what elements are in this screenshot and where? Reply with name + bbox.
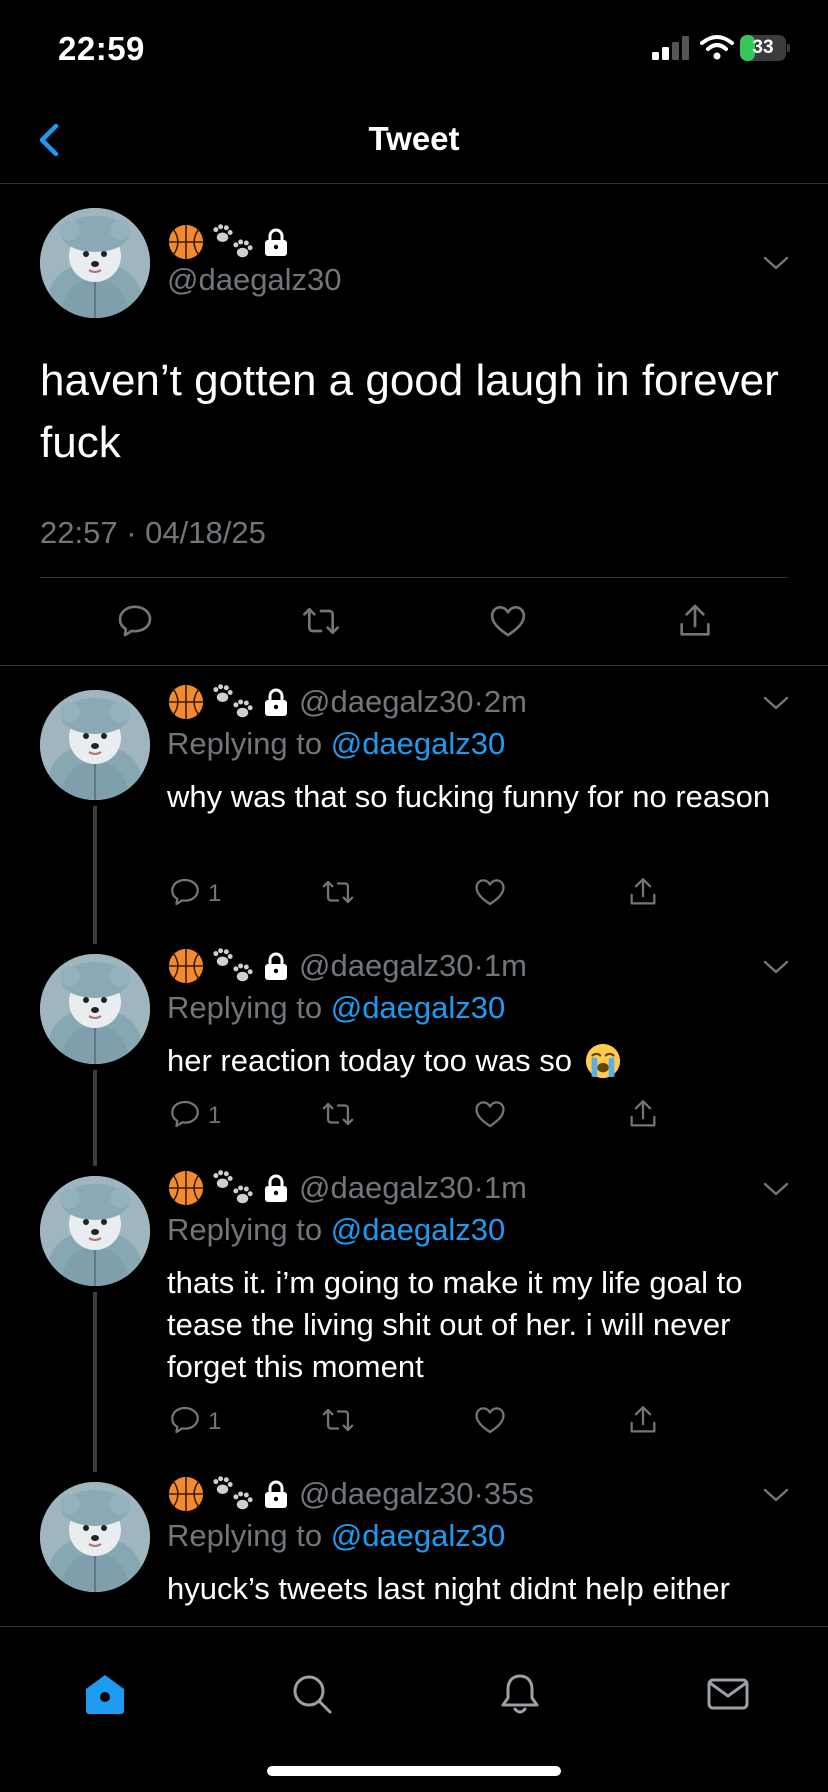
share-icon[interactable]	[626, 1097, 660, 1131]
like-icon[interactable]	[488, 601, 528, 641]
avatar[interactable]	[40, 1176, 150, 1286]
lock-icon	[261, 1173, 291, 1203]
basketball-icon	[167, 1475, 205, 1513]
home-indicator[interactable]	[267, 1766, 561, 1776]
avatar[interactable]	[40, 690, 150, 800]
reply-text: why was that so fucking funny for no rea…	[167, 779, 771, 814]
chevron-down-icon[interactable]	[762, 694, 790, 712]
avatar[interactable]	[40, 954, 150, 1064]
reply-text-row: her reaction today too was so	[167, 1040, 792, 1082]
display-name-emojis	[167, 1168, 291, 1208]
reply-text: thats it. i’m going to make it my life g…	[167, 1265, 743, 1384]
bell-icon[interactable]	[497, 1671, 543, 1717]
reply-time: 2m	[483, 684, 527, 719]
nav-bar: Tweet	[0, 100, 828, 184]
like-icon[interactable]	[473, 875, 507, 909]
retweet-icon[interactable]	[301, 601, 341, 641]
status-time: 22:59	[58, 30, 145, 67]
reply-time: 1m	[483, 1170, 527, 1205]
retweet-icon[interactable]	[321, 1403, 355, 1437]
reply-icon[interactable]	[168, 1097, 202, 1131]
lock-icon	[261, 227, 291, 257]
reply-handle[interactable]: @daegalz30	[299, 1170, 474, 1206]
paw-prints-icon	[209, 1474, 257, 1514]
chevron-down-icon[interactable]	[762, 1180, 790, 1198]
lock-icon	[261, 687, 291, 717]
tweet-timestamp: 22:57 · 04/18/25	[40, 515, 266, 550]
reply-icon[interactable]	[168, 1403, 202, 1437]
like-icon[interactable]	[473, 1097, 507, 1131]
lock-icon	[261, 1479, 291, 1509]
display-name-emojis	[167, 222, 291, 262]
cellular-signal-icon	[652, 36, 689, 60]
replying-to: Replying to @daegalz30	[167, 726, 506, 761]
reply-handle[interactable]: @daegalz30	[299, 948, 474, 984]
reply-handle[interactable]: @daegalz30	[299, 684, 474, 720]
reply-time: 1m	[483, 948, 527, 983]
tweet-text: haven’t gotten a good laugh in forever f…	[40, 356, 779, 467]
mention-link[interactable]: @daegalz30	[331, 990, 506, 1025]
reply-icon[interactable]	[168, 875, 202, 909]
like-icon[interactable]	[473, 1403, 507, 1437]
divider	[40, 577, 788, 578]
basketball-icon	[167, 683, 205, 721]
share-icon[interactable]	[626, 875, 660, 909]
chevron-down-icon[interactable]	[762, 1486, 790, 1504]
share-icon[interactable]	[675, 601, 715, 641]
reply-header: @daegalz30 · 2m	[167, 682, 527, 722]
reply-text: her reaction today too was so	[167, 1043, 572, 1078]
reply-handle[interactable]: @daegalz30	[299, 1476, 474, 1512]
paw-prints-icon	[209, 946, 257, 986]
display-name-emojis	[167, 682, 291, 722]
home-icon[interactable]	[82, 1671, 128, 1717]
tweet-date: 04/18/25	[145, 515, 266, 550]
paw-prints-icon	[209, 682, 257, 722]
reply-header: @daegalz30 · 35s	[167, 1474, 534, 1514]
reply-header: @daegalz30 · 1m	[167, 946, 527, 986]
tweet-time: 22:57	[40, 515, 118, 550]
replying-to: Replying to @daegalz30	[167, 1212, 506, 1247]
status-bar: 22:59 33	[0, 0, 828, 100]
avatar[interactable]	[40, 1482, 150, 1592]
reply-header: @daegalz30 · 1m	[167, 1168, 527, 1208]
replying-to: Replying to @daegalz30	[167, 1518, 506, 1553]
avatar[interactable]	[40, 208, 150, 318]
mention-link[interactable]: @daegalz30	[331, 726, 506, 761]
thread-line	[93, 1292, 97, 1472]
lock-icon	[261, 951, 291, 981]
reply-text: hyuck’s tweets last night didnt help eit…	[167, 1571, 730, 1606]
paw-prints-icon	[209, 222, 257, 262]
mail-icon[interactable]	[705, 1671, 751, 1717]
thread-line	[93, 806, 97, 944]
basketball-icon	[167, 947, 205, 985]
wifi-icon	[700, 35, 734, 60]
battery-level: 33	[752, 37, 774, 58]
display-name-emojis	[167, 1474, 291, 1514]
battery-indicator: 33	[740, 35, 790, 61]
basketball-icon	[167, 223, 205, 261]
chevron-down-icon[interactable]	[762, 254, 790, 272]
retweet-icon[interactable]	[321, 875, 355, 909]
share-icon[interactable]	[626, 1403, 660, 1437]
reply-icon[interactable]	[115, 601, 155, 641]
retweet-icon[interactable]	[321, 1097, 355, 1131]
display-name-emojis	[167, 946, 291, 986]
mention-link[interactable]: @daegalz30	[331, 1212, 506, 1247]
tweet-handle[interactable]: @daegalz30	[167, 262, 342, 298]
thread-line	[93, 1070, 97, 1166]
divider	[0, 665, 828, 666]
loudly-crying-face-icon	[585, 1043, 621, 1079]
search-icon[interactable]	[289, 1671, 335, 1717]
replying-to: Replying to @daegalz30	[167, 990, 506, 1025]
chevron-down-icon[interactable]	[762, 958, 790, 976]
reply-count: 1	[208, 1408, 222, 1435]
page-title: Tweet	[368, 120, 460, 157]
reply-time: 35s	[483, 1476, 534, 1511]
basketball-icon	[167, 1169, 205, 1207]
mention-link[interactable]: @daegalz30	[331, 1518, 506, 1553]
paw-prints-icon	[209, 1168, 257, 1208]
reply-count: 1	[208, 880, 222, 907]
reply-count: 1	[208, 1102, 222, 1129]
